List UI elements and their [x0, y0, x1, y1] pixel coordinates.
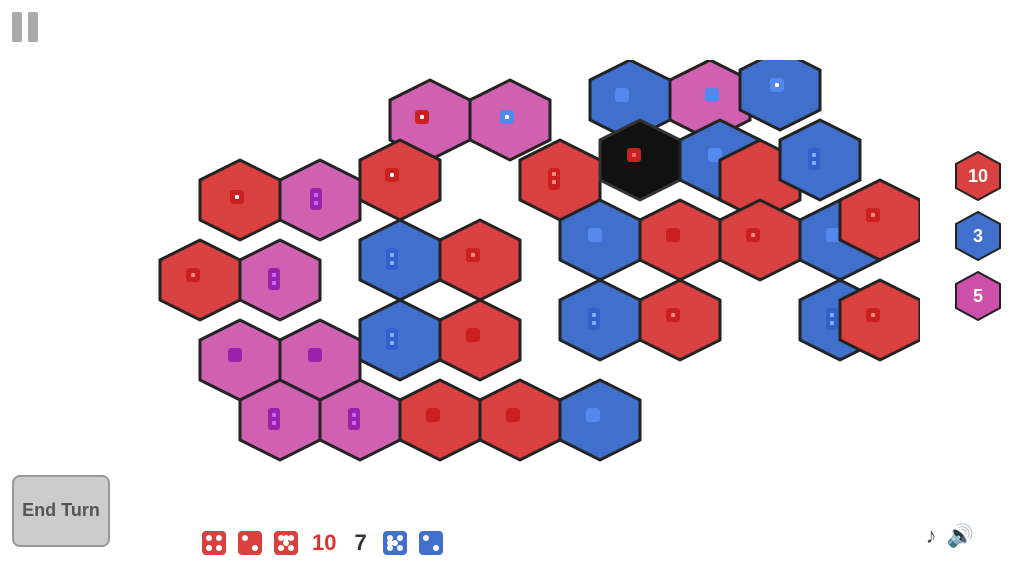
- red-total: 10: [312, 530, 336, 556]
- separator: 7: [354, 530, 366, 556]
- red-score-hex: 10: [952, 150, 1004, 202]
- game-board: [100, 60, 920, 490]
- volume-icon[interactable]: 🔊: [947, 523, 974, 549]
- pause-bar-right: [28, 12, 38, 42]
- pink-score-hex: 5: [952, 270, 1004, 322]
- score-panel: 10 3 5: [952, 150, 1004, 322]
- blue-score-value: 3: [973, 226, 983, 247]
- pause-button[interactable]: [12, 12, 38, 42]
- red-score-value: 10: [968, 166, 988, 187]
- end-turn-button[interactable]: End Turn: [12, 475, 110, 547]
- end-turn-label: End Turn: [22, 500, 100, 522]
- red-die-3: [272, 529, 300, 557]
- red-die-2: [236, 529, 264, 557]
- pink-score-value: 5: [973, 286, 983, 307]
- blue-score-hex: 3: [952, 210, 1004, 262]
- status-bar: 10 7: [200, 529, 924, 557]
- red-die-1: [200, 529, 228, 557]
- pause-bar-left: [12, 12, 22, 42]
- blue-die-1: [381, 529, 409, 557]
- music-icon[interactable]: ♪: [926, 523, 937, 549]
- blue-die-2: [417, 529, 445, 557]
- sound-controls[interactable]: ♪ 🔊: [926, 523, 974, 549]
